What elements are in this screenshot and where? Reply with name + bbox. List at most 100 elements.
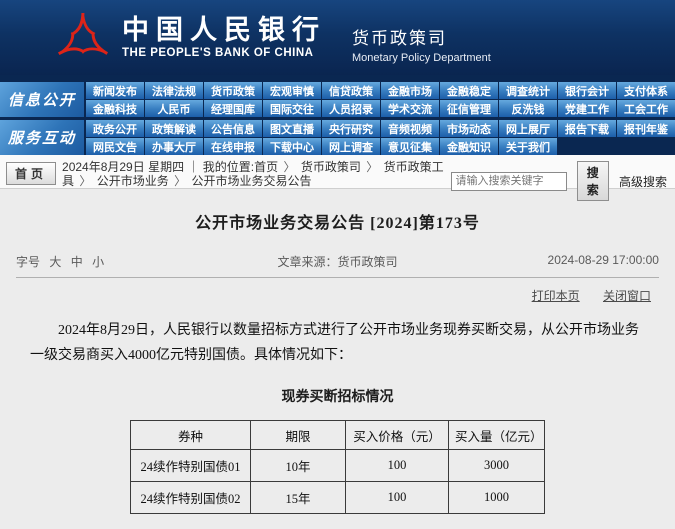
font-size-selector: 字号 大 中 小 [16,253,209,270]
cell-term: 15年 [251,482,346,514]
department-name-en: Monetary Policy Department [352,52,491,64]
font-size-large[interactable]: 大 [49,255,61,269]
crumb-separator: 〉 [77,174,93,188]
source-value: 货币政策司 [337,255,397,269]
nav-item[interactable]: 国际交往 [263,100,321,117]
article-meta-row: 字号 大 中 小 文章来源：货币政策司 2024-08-29 17:00:00 [16,253,659,278]
nav-item[interactable]: 意见征集 [381,138,439,155]
article-tools: 打印本页 关闭窗口 [0,278,675,304]
department-name-cn: 货币政策司 [352,24,491,49]
crumb-separator: 〉 [172,174,188,188]
search-zone: 搜索 高级搜索 [451,161,668,201]
font-size-label: 字号 [16,255,40,269]
col-header-term: 期限 [251,421,346,450]
print-page-link[interactable]: 打印本页 [532,289,580,303]
nav-item[interactable]: 网上调查 [322,138,380,155]
col-header-bond: 券种 [131,421,251,450]
nav-item[interactable]: 报告下载 [558,120,616,137]
nav-item[interactable]: 办事大厅 [145,138,203,155]
bank-name-en: THE PEOPLE'S BANK OF CHINA [122,47,326,59]
site-header: 人 人 人 中国人民银行 THE PEOPLE'S BANK OF CHINA … [0,0,675,75]
current-date: 2024年8月29日 星期四 [62,160,184,174]
department-block: 货币政策司 Monetary Policy Department [352,12,491,64]
nav-item[interactable]: 央行研究 [322,120,380,137]
article-source: 文章来源：货币政策司 [209,253,466,270]
nav-item[interactable]: 党建工作 [558,100,616,117]
crumb-separator: 〉 [364,160,380,174]
nav-item[interactable]: 关于我们 [499,138,557,155]
nav-item[interactable]: 网民文告 [86,138,144,155]
cell-amount: 3000 [449,450,545,482]
nav-item[interactable]: 公告信息 [204,120,262,137]
table-row: 24续作特别国债02 15年 100 1000 [131,482,545,514]
nav-item[interactable]: 支付体系 [617,82,675,99]
cell-bond-name: 24续作特别国债01 [131,450,251,482]
breadcrumb-item-dept[interactable]: 货币政策司 [301,160,361,174]
nav-item[interactable]: 金融稳定 [440,82,498,99]
breadcrumb-item-omo[interactable]: 公开市场业务 [97,174,169,188]
nav-item[interactable]: 网上展厅 [499,120,557,137]
nav-item[interactable]: 法律法规 [145,82,203,99]
nav-item[interactable]: 人员招录 [322,100,380,117]
home-button[interactable]: 首页 [6,162,56,185]
article-paragraph: 2024年8月29日，人民银行以数量招标方式进行了公开市场业务现券买断交易，从公… [30,318,645,368]
nav-item[interactable]: 学术交流 [381,100,439,117]
pboc-logo-icon: 人 人 人 [58,13,108,63]
nav-group-label-service[interactable]: 服务互动 [0,120,84,155]
font-size-small[interactable]: 小 [92,255,104,269]
table-row: 24续作特别国债01 10年 100 3000 [131,450,545,482]
nav-grid-service: 政务公开 政策解读 公告信息 图文直播 央行研究 音频视频 市场动态 网上展厅 … [86,120,675,155]
nav-item[interactable]: 政策解读 [145,120,203,137]
nav-item[interactable]: 金融科技 [86,100,144,117]
breadcrumb: 2024年8月29日 星期四 ｜ 我的位置:首页 〉 货币政策司 〉 货币政策工… [62,160,450,188]
breadcrumb-item-home[interactable]: 首页 [254,160,278,174]
bank-title-block: 中国人民银行 THE PEOPLE'S BANK OF CHINA [122,16,326,60]
nav-group-label-info[interactable]: 信息公开 [0,82,84,117]
nav-item[interactable]: 下载中心 [263,138,321,155]
nav-item[interactable]: 政务公开 [86,120,144,137]
table-title: 现券买断招标情况 [0,386,675,406]
breadcrumb-item-announcements[interactable]: 公开市场业务交易公告 [191,174,311,188]
col-header-price: 买入价格（元） [346,421,449,450]
nav-item[interactable]: 市场动态 [440,120,498,137]
main-nav: 信息公开 新闻发布 法律法规 货币政策 宏观审慎 信贷政策 金融市场 金融稳定 … [0,75,675,155]
nav-grid-info: 新闻发布 法律法规 货币政策 宏观审慎 信贷政策 金融市场 金融稳定 调查统计 … [86,82,675,117]
nav-item[interactable]: 金融知识 [440,138,498,155]
source-label: 文章来源： [277,255,337,269]
nav-item[interactable]: 工会工作 [617,100,675,117]
nav-item[interactable]: 调查统计 [499,82,557,99]
font-size-medium[interactable]: 中 [71,255,83,269]
nav-item[interactable]: 报刊年鉴 [617,120,675,137]
table-header-row: 券种 期限 买入价格（元） 买入量（亿元） [131,421,545,450]
nav-item[interactable]: 征信管理 [440,100,498,117]
breadcrumb-bar: 首页 2024年8月29日 星期四 ｜ 我的位置:首页 〉 货币政策司 〉 货币… [0,155,675,189]
nav-item[interactable]: 图文直播 [263,120,321,137]
nav-item[interactable]: 银行会计 [558,82,616,99]
nav-item[interactable]: 信贷政策 [322,82,380,99]
article-content: 公开市场业务交易公告 [2024]第173号 字号 大 中 小 文章来源：货币政… [0,189,675,529]
nav-item[interactable]: 货币政策 [204,82,262,99]
bond-auction-table: 券种 期限 买入价格（元） 买入量（亿元） 24续作特别国债01 10年 100… [130,420,545,514]
col-header-amount: 买入量（亿元） [449,421,545,450]
nav-item[interactable]: 经理国库 [204,100,262,117]
nav-item[interactable]: 在线申报 [204,138,262,155]
bank-name-cn: 中国人民银行 [122,16,326,46]
nav-item[interactable]: 音频视频 [381,120,439,137]
nav-item[interactable]: 反洗钱 [499,100,557,117]
publish-datetime: 2024-08-29 17:00:00 [466,253,659,270]
nav-item[interactable]: 人民币 [145,100,203,117]
nav-item[interactable]: 宏观审慎 [263,82,321,99]
nav-item[interactable]: 新闻发布 [86,82,144,99]
close-window-link[interactable]: 关闭窗口 [603,289,651,303]
search-input[interactable] [451,172,567,191]
crumb-divider: ｜ [187,160,199,174]
cell-amount: 1000 [449,482,545,514]
advanced-search-link[interactable]: 高级搜索 [619,173,667,190]
cell-bond-name: 24续作特别国债02 [131,482,251,514]
nav-group-service: 服务互动 政务公开 政策解读 公告信息 图文直播 央行研究 音频视频 市场动态 … [0,120,675,155]
cell-price: 100 [346,450,449,482]
nav-item[interactable]: 金融市场 [381,82,439,99]
page-title: 公开市场业务交易公告 [2024]第173号 [0,209,675,233]
search-button[interactable]: 搜索 [577,161,609,201]
crumb-separator: 〉 [281,160,297,174]
